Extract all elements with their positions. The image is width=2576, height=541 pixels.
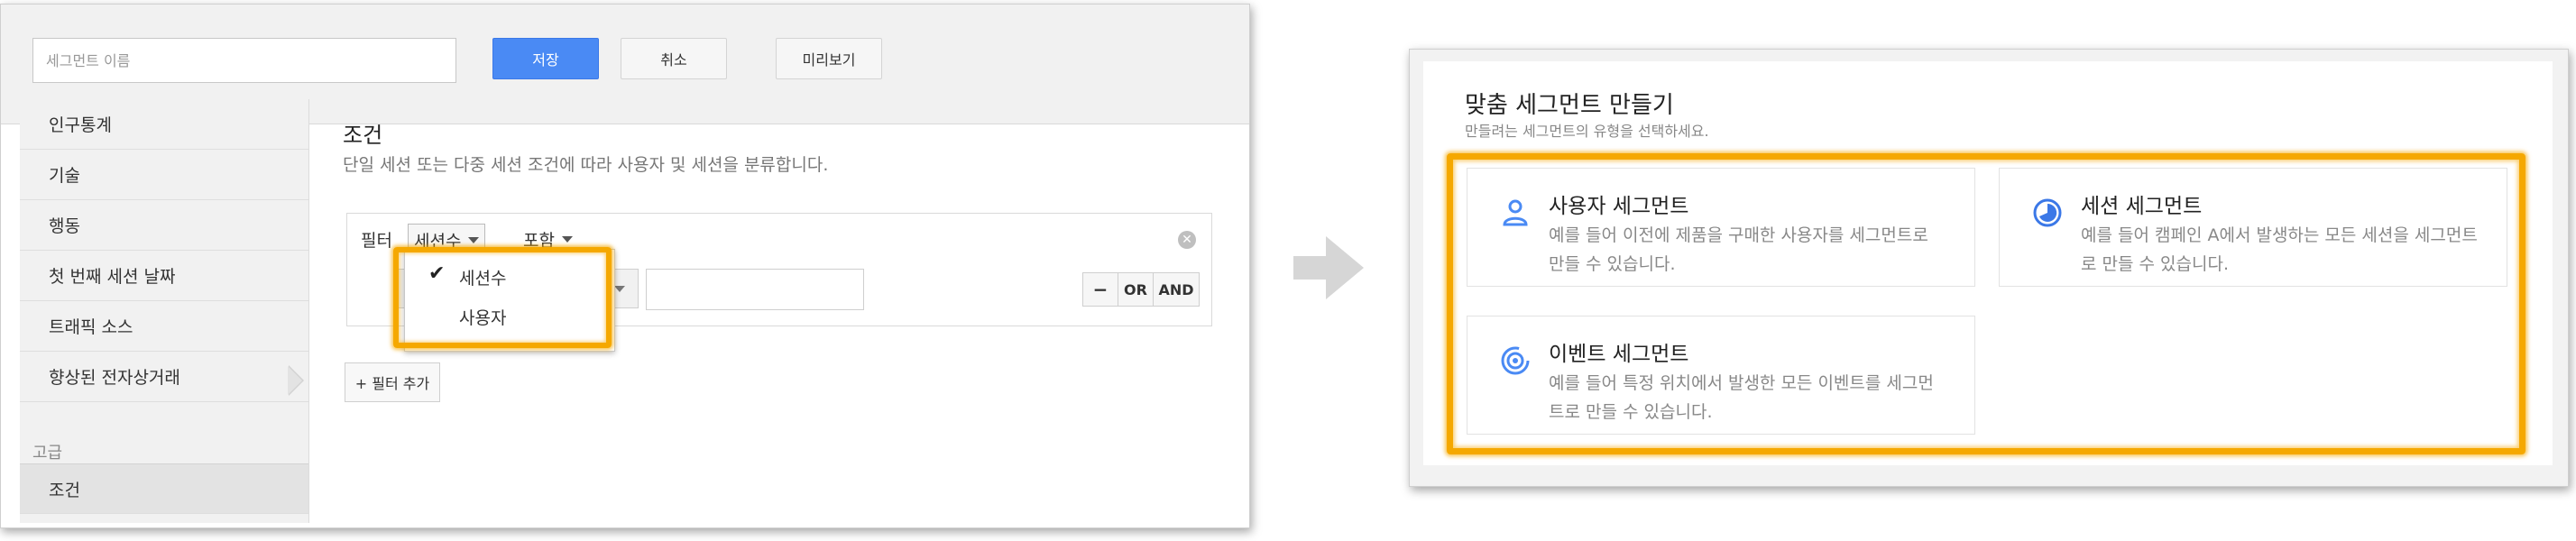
cancel-button[interactable]: 취소 bbox=[621, 38, 727, 79]
filter-label: 필터 bbox=[361, 231, 392, 251]
add-filter-button[interactable]: + 필터 추가 bbox=[345, 362, 440, 402]
cards-highlight-box bbox=[1447, 153, 2525, 454]
custom-segment-title: 맞춤 세그먼트 만들기 bbox=[1465, 92, 1674, 119]
sidebar-item-enhanced-ecommerce[interactable]: 향상된 전자상거래 bbox=[20, 352, 308, 402]
sidebar: 인구통계 기술 행동 첫 번째 세션 날짜 트래픽 소스 향상된 전자상거래 고… bbox=[20, 99, 309, 523]
sidebar-item-conditions[interactable]: 조건 bbox=[20, 463, 308, 514]
arrow-right-icon bbox=[1293, 236, 1364, 299]
or-button[interactable]: OR bbox=[1118, 272, 1154, 307]
conditions-title: 조건 bbox=[343, 123, 383, 148]
preview-button[interactable]: 미리보기 bbox=[776, 38, 882, 79]
sidebar-item-first-session-date[interactable]: 첫 번째 세션 날짜 bbox=[20, 251, 308, 301]
sidebar-section-advanced: 고급 bbox=[32, 444, 63, 463]
save-button[interactable]: 저장 bbox=[492, 38, 599, 79]
custom-segment-subtitle: 만들려는 세그먼트의 유형을 선택하세요. bbox=[1465, 123, 1709, 140]
remove-condition-button[interactable]: − bbox=[1082, 272, 1118, 307]
chevron-down-icon bbox=[468, 236, 480, 243]
chevron-down-icon bbox=[614, 286, 625, 292]
sidebar-item-demographics[interactable]: 인구통계 bbox=[20, 99, 308, 150]
active-item-pointer-fill bbox=[288, 366, 302, 395]
sidebar-item-technology[interactable]: 기술 bbox=[20, 150, 308, 200]
clear-filter-icon[interactable]: ✕ bbox=[1178, 231, 1196, 249]
and-button[interactable]: AND bbox=[1153, 272, 1200, 307]
sidebar-item-traffic-sources[interactable]: 트래픽 소스 bbox=[20, 301, 308, 352]
condition-value-input[interactable] bbox=[646, 269, 864, 310]
segment-name-input[interactable] bbox=[32, 38, 456, 83]
chevron-down-icon bbox=[561, 236, 573, 243]
sidebar-item-behavior[interactable]: 행동 bbox=[20, 200, 308, 251]
menu-highlight-box bbox=[393, 247, 612, 348]
conditions-description: 단일 세션 또는 다중 세션 조건에 따라 사용자 및 세션을 분류합니다. bbox=[343, 155, 829, 175]
